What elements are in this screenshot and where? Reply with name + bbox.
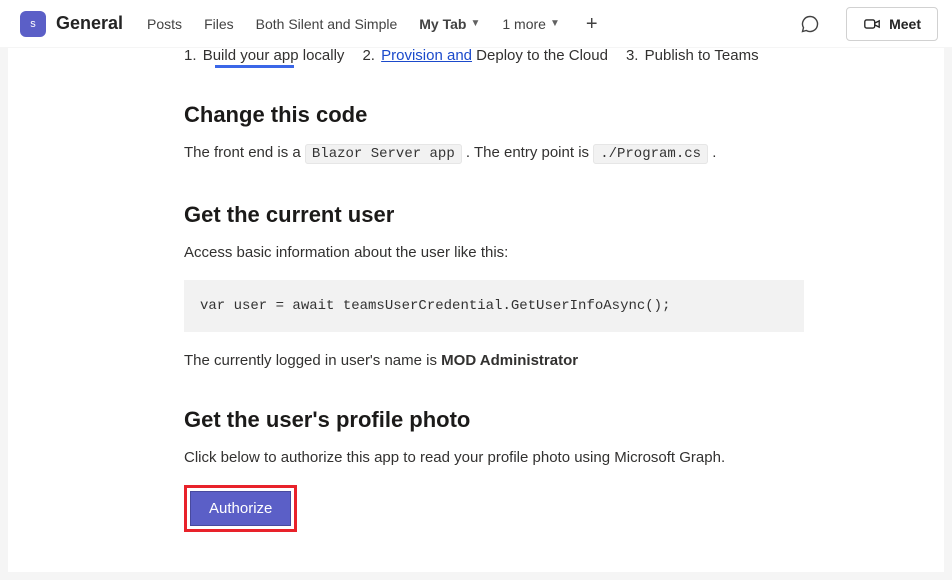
logged-user-name: MOD Administrator	[441, 352, 578, 369]
code-program: ./Program.cs	[593, 144, 708, 164]
video-icon	[863, 15, 881, 33]
chevron-down-icon: ▼	[550, 18, 560, 29]
code-blazor: Blazor Server app	[305, 144, 462, 164]
tab-both-silent-simple[interactable]: Both Silent and Simple	[256, 12, 398, 36]
code-get-user: var user = await teamsUserCredential.Get…	[184, 280, 804, 332]
tab-more-label: 1 more	[502, 16, 546, 32]
authorize-button[interactable]: Authorize	[190, 491, 291, 526]
step-3[interactable]: 3. Publish to Teams	[626, 48, 759, 64]
tab-scroll[interactable]: 1. Build your app locally 2. Provision a…	[8, 48, 944, 572]
tab-posts[interactable]: Posts	[147, 12, 182, 36]
tab-more[interactable]: 1 more ▼	[502, 12, 559, 36]
photo-intro: Click below to authorize this app to rea…	[184, 447, 804, 469]
channel-title: General	[56, 13, 123, 34]
meet-label: Meet	[889, 16, 921, 32]
app-avatar: s	[20, 11, 46, 37]
step-nav: 1. Build your app locally 2. Provision a…	[184, 48, 804, 64]
add-tab-button[interactable]: +	[582, 14, 602, 34]
tab-files[interactable]: Files	[204, 12, 234, 36]
conversation-icon[interactable]	[794, 8, 826, 40]
change-code-text: The front end is a Blazor Server app . T…	[184, 142, 804, 164]
heading-change-code: Change this code	[184, 102, 804, 128]
tab-my-tab[interactable]: My Tab ▼	[419, 12, 480, 36]
get-user-intro: Access basic information about the user …	[184, 242, 804, 264]
doc-body: 1. Build your app locally 2. Provision a…	[184, 48, 804, 532]
chevron-down-icon: ▼	[470, 18, 480, 29]
tab-content: 1. Build your app locally 2. Provision a…	[8, 48, 944, 572]
channel-header: s General Posts Files Both Silent and Si…	[0, 0, 952, 48]
meet-button[interactable]: Meet	[846, 7, 938, 41]
authorize-highlight: Authorize	[184, 485, 297, 532]
logged-in-line: The currently logged in user's name is M…	[184, 352, 804, 369]
step-2[interactable]: 2. Provision and Deploy to the Cloud	[362, 48, 608, 64]
tab-my-tab-label: My Tab	[419, 16, 466, 32]
heading-get-user: Get the current user	[184, 202, 804, 228]
tab-strip: Posts Files Both Silent and Simple My Ta…	[147, 12, 602, 36]
step-1[interactable]: 1. Build your app locally	[184, 48, 344, 64]
heading-profile-photo: Get the user's profile photo	[184, 407, 804, 433]
